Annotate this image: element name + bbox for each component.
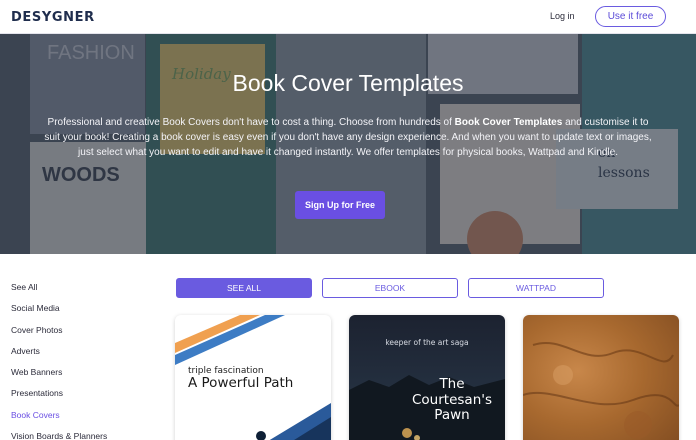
sidebar-item-book-covers[interactable]: Book Covers xyxy=(11,410,107,431)
tab-ebook[interactable]: EBOOK xyxy=(322,278,458,298)
tab-wattpad[interactable]: WATTPAD xyxy=(468,278,604,298)
template-card-powerful-path[interactable]: triple fascination A Powerful Path xyxy=(175,315,331,440)
card-title: A Powerful Path xyxy=(188,375,294,391)
sidebar-item-adverts[interactable]: Adverts xyxy=(11,346,107,367)
card-texture-graphic xyxy=(523,342,679,439)
tab-see-all[interactable]: SEE ALL xyxy=(176,278,312,298)
category-sidebar: See All Social Media Cover Photos Advert… xyxy=(11,282,107,440)
sidebar-item-vision-boards[interactable]: Vision Boards & Planners xyxy=(11,431,107,440)
card-title: The Courtesan's Pawn xyxy=(412,376,492,423)
hero-description-bold: Book Cover Templates xyxy=(454,117,563,128)
hero-description: Professional and creative Book Covers do… xyxy=(42,115,654,161)
sidebar-item-see-all[interactable]: See All xyxy=(11,282,107,303)
brand-logo[interactable]: DESYGNER xyxy=(11,10,95,25)
top-navbar: DESYGNER Log in Use it free xyxy=(0,0,696,34)
login-link[interactable]: Log in xyxy=(550,11,575,21)
sidebar-item-web-banners[interactable]: Web Banners xyxy=(11,367,107,388)
sidebar-item-presentations[interactable]: Presentations xyxy=(11,388,107,409)
use-it-free-button[interactable]: Use it free xyxy=(595,6,666,27)
hero-banner: FASHION WOODS Holiday on lessons Book Co… xyxy=(0,34,696,254)
template-card-texture[interactable] xyxy=(523,315,679,440)
hero-description-part1: Professional and creative Book Covers do… xyxy=(47,117,455,128)
hero-title: Book Cover Templates xyxy=(232,70,464,96)
sidebar-item-social-media[interactable]: Social Media xyxy=(11,303,107,324)
sign-up-button[interactable]: Sign Up for Free xyxy=(295,191,385,219)
sidebar-item-cover-photos[interactable]: Cover Photos xyxy=(11,325,107,346)
card-subtitle: keeper of the art saga xyxy=(385,338,469,347)
template-card-courtesans-pawn[interactable]: keeper of the art saga The Courtesan's P… xyxy=(349,315,505,440)
